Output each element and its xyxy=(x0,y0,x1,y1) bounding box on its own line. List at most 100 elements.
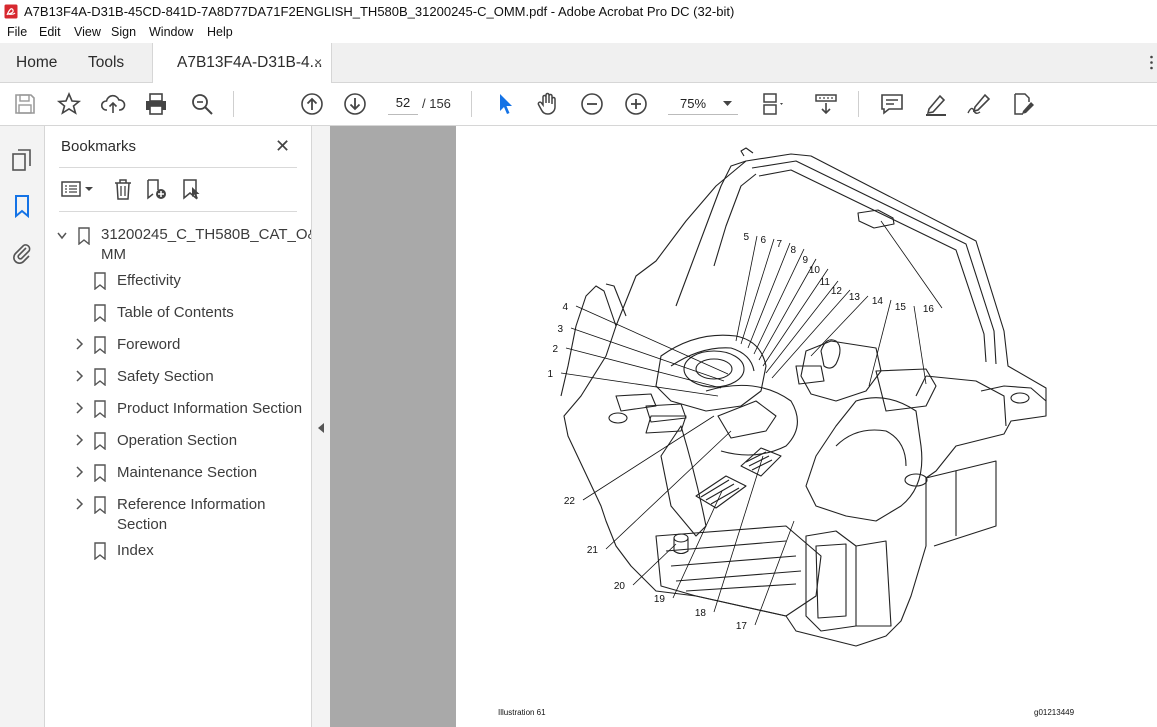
page-total: / 156 xyxy=(422,96,451,111)
bookmark-root-label-line1[interactable]: 31200245_C_TH580B_CAT_O& xyxy=(101,226,318,243)
bookmark-item-foreword[interactable]: Foreword xyxy=(117,336,180,353)
menu-edit[interactable]: Edit xyxy=(39,25,61,39)
callout-number: 17 xyxy=(736,621,748,632)
callout-leader-line xyxy=(765,280,839,374)
callout-number: 8 xyxy=(790,245,796,256)
bookmark-item-table-of-contents[interactable]: Table of Contents xyxy=(117,304,234,321)
panel-divider xyxy=(59,211,297,212)
next-page-icon[interactable] xyxy=(342,91,368,117)
callout-number: 11 xyxy=(820,277,831,288)
callout-number: 7 xyxy=(776,239,782,250)
previous-page-icon[interactable] xyxy=(299,91,325,117)
bookmark-item-maintenance-section[interactable]: Maintenance Section xyxy=(117,464,257,481)
callout-number: 9 xyxy=(802,255,808,266)
save-icon[interactable] xyxy=(12,91,38,117)
bookmark-item-effectivity[interactable]: Effectivity xyxy=(117,272,181,289)
comment-icon[interactable] xyxy=(879,91,905,117)
fill-sign-icon[interactable] xyxy=(1010,91,1036,117)
bookmark-icon xyxy=(94,432,106,450)
tab-document-label: A7B13F4A-D31B-4... xyxy=(177,54,323,71)
zoom-level-select[interactable]: 75% xyxy=(668,92,738,115)
bookmark-item-product-information-section[interactable]: Product Information Section xyxy=(117,400,302,417)
draw-sign-icon[interactable] xyxy=(966,91,992,117)
callout-number: 1 xyxy=(547,369,553,380)
pdf-page: 1 2 3 4 5 6 7 8 9 10 11 12 13 14 15 16 17 18 19 20 21 22 Illu… xyxy=(456,126,1157,727)
bookmark-item-operation-section[interactable]: Operation Section xyxy=(117,432,237,449)
zoom-in-icon[interactable] xyxy=(623,91,649,117)
callout-leader-line xyxy=(570,327,725,382)
page-number-input[interactable]: 52 xyxy=(388,92,418,115)
menu-help[interactable]: Help xyxy=(207,25,233,39)
highlight-pen-icon[interactable] xyxy=(923,91,949,117)
toolbar-divider xyxy=(471,91,472,117)
callout-leader-line xyxy=(575,305,729,375)
more-tabs-icon[interactable] xyxy=(1150,55,1153,70)
panel-splitter[interactable] xyxy=(311,126,331,727)
chevron-right-icon[interactable] xyxy=(74,370,84,382)
tab-document[interactable]: A7B13F4A-D31B-4... × xyxy=(152,43,332,83)
menu-view[interactable]: View xyxy=(74,25,101,39)
menu-sign[interactable]: Sign xyxy=(111,25,136,39)
bookmark-item-reference-information[interactable]: Reference Information xyxy=(117,496,265,513)
upload-cloud-icon[interactable] xyxy=(100,91,126,117)
callout-leader-line xyxy=(747,242,791,349)
callout-leader-line xyxy=(880,220,943,309)
tab-home[interactable]: Home xyxy=(16,43,57,82)
star-bookmark-icon[interactable] xyxy=(56,91,82,117)
zoom-level-value: 75% xyxy=(680,96,707,111)
tab-close-button[interactable]: × xyxy=(314,43,322,82)
callout-number: 18 xyxy=(695,608,707,619)
bookmark-root-label-line2[interactable]: MM xyxy=(101,246,126,263)
bookmark-icon xyxy=(94,464,106,482)
bookmarks-panel-icon[interactable] xyxy=(10,194,34,218)
callout-number: 16 xyxy=(923,304,935,315)
bookmark-icon xyxy=(94,542,106,560)
window-title: A7B13F4A-D31B-45CD-841D-7A8D77DA71F2ENGL… xyxy=(24,4,735,19)
close-panel-button[interactable]: ✕ xyxy=(275,136,290,157)
chevron-down-icon[interactable] xyxy=(57,230,67,242)
bookmark-item-reference-information-line2[interactable]: Section xyxy=(117,516,167,533)
chevron-right-icon[interactable] xyxy=(74,466,84,478)
add-bookmark-from-structure-icon[interactable] xyxy=(180,178,202,200)
scroll-mode-icon[interactable] xyxy=(813,91,839,117)
menu-window[interactable]: Window xyxy=(149,25,193,39)
callout-leader-line xyxy=(913,305,927,385)
print-icon[interactable] xyxy=(143,91,169,117)
chevron-right-icon[interactable] xyxy=(74,434,84,446)
zoom-search-icon[interactable] xyxy=(189,91,215,117)
callout-number: 21 xyxy=(587,545,599,556)
callout-leader-line xyxy=(771,289,851,379)
callout-number: 19 xyxy=(654,594,666,605)
tab-bar: Home Tools A7B13F4A-D31B-4... × xyxy=(0,43,1157,83)
callout-leader-line xyxy=(582,415,715,501)
bookmark-item-safety-section[interactable]: Safety Section xyxy=(117,368,214,385)
bookmark-icon xyxy=(94,304,106,322)
tab-tools[interactable]: Tools xyxy=(88,43,124,82)
callout-number: 20 xyxy=(614,581,626,592)
callout-number: 5 xyxy=(743,232,749,243)
chevron-right-icon[interactable] xyxy=(74,338,84,350)
select-cursor-icon[interactable] xyxy=(492,91,518,117)
callout-leader-line xyxy=(632,543,677,586)
zoom-out-icon[interactable] xyxy=(579,91,605,117)
bookmark-item-index[interactable]: Index xyxy=(117,542,154,559)
collapse-panel-arrow-icon[interactable] xyxy=(318,423,324,433)
delete-bookmark-icon[interactable] xyxy=(112,178,134,200)
page-thumbnails-icon[interactable] xyxy=(10,148,34,172)
callout-number: 2 xyxy=(552,344,558,355)
page-display-icon[interactable] xyxy=(760,91,786,117)
bookmark-icon xyxy=(94,400,106,418)
graphic-id-label: g01213449 xyxy=(1034,708,1075,717)
bookmarks-panel-title: Bookmarks xyxy=(61,138,137,155)
chevron-right-icon[interactable] xyxy=(74,498,84,510)
bookmark-options-icon[interactable] xyxy=(61,178,95,200)
chevron-right-icon[interactable] xyxy=(74,402,84,414)
new-bookmark-icon[interactable] xyxy=(145,178,167,200)
callout-number: 3 xyxy=(557,324,563,335)
attachments-paperclip-icon[interactable] xyxy=(10,241,34,265)
menu-bar: File Edit View Sign Window Help xyxy=(0,23,1157,43)
menu-file[interactable]: File xyxy=(7,25,27,39)
callout-leader-line xyxy=(758,258,817,361)
hand-tool-icon[interactable] xyxy=(535,91,561,117)
document-viewer[interactable]: 1 2 3 4 5 6 7 8 9 10 11 12 13 14 15 16 17 18 19 20 21 22 Illu… xyxy=(330,126,1157,727)
